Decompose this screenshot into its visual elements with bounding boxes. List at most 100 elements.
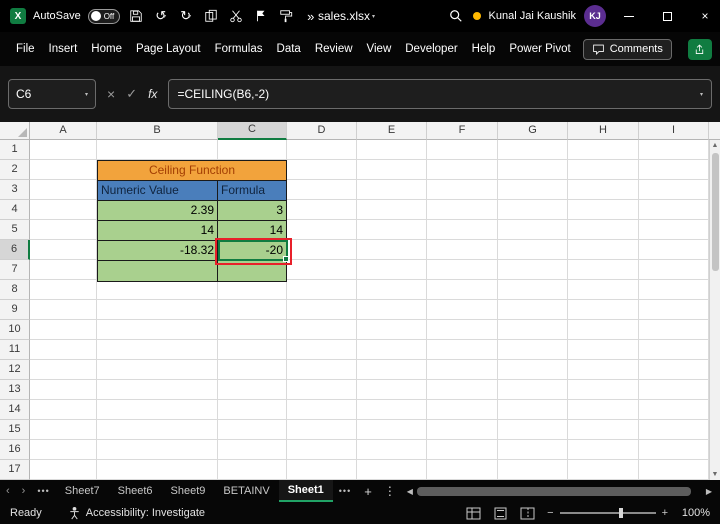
cell-B7[interactable] xyxy=(98,261,218,281)
page-layout-view-icon[interactable] xyxy=(493,507,508,520)
column-header-a[interactable]: A xyxy=(30,122,97,140)
tab-file[interactable]: File xyxy=(14,39,37,59)
name-box[interactable]: C6 ▾ xyxy=(8,79,96,109)
cut-icon[interactable] xyxy=(227,7,245,25)
row-header-12[interactable]: 12 xyxy=(0,360,30,380)
zoom-slider-handle[interactable] xyxy=(619,508,624,518)
tab-developer[interactable]: Developer xyxy=(403,39,459,59)
scroll-right-icon[interactable]: ▶ xyxy=(702,487,716,496)
column-header-c[interactable]: C xyxy=(218,122,287,140)
row-header-14[interactable]: 14 xyxy=(0,400,30,420)
row-header-9[interactable]: 9 xyxy=(0,300,30,320)
tab-home[interactable]: Home xyxy=(89,39,124,59)
more-commands-icon[interactable]: » xyxy=(302,7,320,25)
tab-formulas[interactable]: Formulas xyxy=(213,39,265,59)
confirm-entry-icon[interactable]: ✓ xyxy=(126,86,137,102)
row-header-6[interactable]: 6 xyxy=(0,240,30,260)
row-header-7[interactable]: 7 xyxy=(0,260,30,280)
close-button[interactable]: × xyxy=(690,0,720,32)
sheet-nav-left-icon[interactable]: ‹ xyxy=(0,485,16,497)
sheet-options-icon[interactable]: ⋮ xyxy=(379,484,401,498)
column-header-g[interactable]: G xyxy=(498,122,568,140)
tab-power-pivot[interactable]: Power Pivot xyxy=(507,39,572,59)
tab-review[interactable]: Review xyxy=(313,39,355,59)
row-header-2[interactable]: 2 xyxy=(0,160,30,180)
scroll-down-icon[interactable]: ▼ xyxy=(712,469,719,480)
row-header-1[interactable]: 1 xyxy=(0,140,30,160)
cell-C3[interactable]: Formula xyxy=(218,181,286,201)
row-header-8[interactable]: 8 xyxy=(0,280,30,300)
column-header-i[interactable]: I xyxy=(639,122,709,140)
scroll-up-icon[interactable]: ▲ xyxy=(712,140,719,151)
cells-area[interactable]: Ceiling Function Numeric Value Formula 2… xyxy=(30,140,709,480)
row-header-16[interactable]: 16 xyxy=(0,440,30,460)
sheet-tab-active[interactable]: Sheet1 xyxy=(278,480,333,502)
vertical-scrollbar[interactable]: ▲ ▼ xyxy=(709,140,720,480)
page-break-view-icon[interactable] xyxy=(520,507,535,520)
accessibility-status[interactable]: Accessibility: Investigate xyxy=(68,506,205,520)
zoom-in-icon[interactable]: + xyxy=(662,507,668,519)
insert-function-icon[interactable]: fx xyxy=(148,87,157,101)
row-header-15[interactable]: 15 xyxy=(0,420,30,440)
share-button[interactable] xyxy=(687,38,712,60)
zoom-slider[interactable] xyxy=(559,508,656,518)
copy-icon[interactable] xyxy=(202,7,220,25)
horizontal-scroll-thumb[interactable] xyxy=(416,486,691,496)
cell-B5[interactable]: 14 xyxy=(98,221,218,241)
row-header-17[interactable]: 17 xyxy=(0,460,30,480)
row-header-5[interactable]: 5 xyxy=(0,220,30,240)
search-icon[interactable] xyxy=(447,7,465,25)
zoom-out-icon[interactable]: − xyxy=(547,507,553,519)
column-header-d[interactable]: D xyxy=(287,122,357,140)
column-header-f[interactable]: F xyxy=(427,122,498,140)
cell-B3[interactable]: Numeric Value xyxy=(98,181,218,201)
add-sheet-icon[interactable]: + xyxy=(357,484,379,499)
select-all-corner[interactable] xyxy=(0,122,30,140)
zoom-level[interactable]: 100% xyxy=(680,507,710,519)
format-painter-icon[interactable] xyxy=(277,7,295,25)
sheet-nav-right-icon[interactable]: › xyxy=(16,485,32,497)
tab-help[interactable]: Help xyxy=(470,39,498,59)
cell-B2-merged-title[interactable]: Ceiling Function xyxy=(98,161,286,181)
comments-button[interactable]: Comments xyxy=(582,38,672,60)
expand-formula-bar-icon[interactable]: ▾ xyxy=(700,91,703,98)
sheet-tab-sheet7[interactable]: Sheet7 xyxy=(56,480,109,502)
column-header-e[interactable]: E xyxy=(357,122,427,140)
tab-view[interactable]: View xyxy=(365,39,394,59)
vertical-scroll-thumb[interactable] xyxy=(711,153,719,271)
redo-icon[interactable]: ↻ ▾ xyxy=(177,7,195,25)
normal-view-icon[interactable] xyxy=(466,507,481,520)
tab-insert[interactable]: Insert xyxy=(47,39,80,59)
sheet-tab-betainv[interactable]: BETAINV xyxy=(214,480,278,502)
column-header-h[interactable]: H xyxy=(568,122,639,140)
document-title[interactable]: sales.xlsx ▾ xyxy=(318,0,375,32)
tab-page-layout[interactable]: Page Layout xyxy=(134,39,203,59)
scroll-left-icon[interactable]: ◀ xyxy=(403,487,417,496)
sheet-overflow-left[interactable]: ••• xyxy=(31,486,55,496)
undo-icon[interactable]: ↺ ▾ xyxy=(152,7,170,25)
column-header-b[interactable]: B xyxy=(97,122,218,140)
autosave-toggle[interactable]: Off xyxy=(87,8,120,24)
row-header-3[interactable]: 3 xyxy=(0,180,30,200)
row-header-10[interactable]: 10 xyxy=(0,320,30,340)
formula-input[interactable]: =CEILING(B6,-2) ▾ xyxy=(168,79,712,109)
cell-C4[interactable]: 3 xyxy=(218,201,286,221)
filename-chevron-icon: ▾ xyxy=(372,13,376,20)
sheet-tab-sheet9[interactable]: Sheet9 xyxy=(162,480,215,502)
cell-B4[interactable]: 2.39 xyxy=(98,201,218,221)
row-header-11[interactable]: 11 xyxy=(0,340,30,360)
maximize-button[interactable] xyxy=(652,0,682,32)
horizontal-scroll-track[interactable] xyxy=(416,486,702,496)
tab-data[interactable]: Data xyxy=(275,39,303,59)
sheet-overflow-right[interactable]: ••• xyxy=(333,486,357,496)
flag-icon[interactable] xyxy=(252,7,270,25)
save-icon[interactable] xyxy=(127,7,145,25)
row-header-13[interactable]: 13 xyxy=(0,380,30,400)
cancel-entry-icon[interactable]: × xyxy=(107,86,115,102)
minimize-button[interactable] xyxy=(614,0,644,32)
sheet-tab-sheet6[interactable]: Sheet6 xyxy=(109,480,162,502)
avatar[interactable]: KJ xyxy=(584,5,606,27)
row-header-4[interactable]: 4 xyxy=(0,200,30,220)
horizontal-scrollbar[interactable]: ◀ ▶ xyxy=(403,486,716,496)
cell-B6[interactable]: -18.32 xyxy=(98,241,218,261)
